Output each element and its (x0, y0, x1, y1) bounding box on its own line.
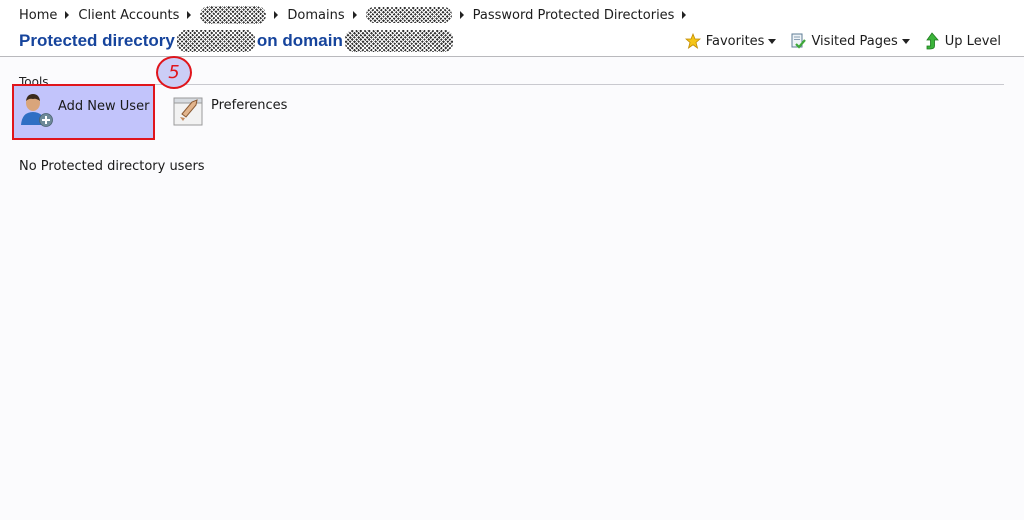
triangle-right-icon (352, 11, 357, 19)
breadcrumb-password-protected-directories[interactable]: Password Protected Directories (473, 8, 675, 23)
favorites-label: Favorites (705, 33, 765, 49)
star-icon (684, 33, 701, 49)
redacted-domain-title (344, 30, 453, 52)
add-new-user-label: Add New User (58, 99, 150, 114)
visited-pages-menu[interactable]: Visited Pages (790, 33, 910, 49)
add-new-user-button[interactable]: Add New User (12, 84, 155, 140)
triangle-right-icon (682, 11, 687, 19)
header-bar: Home Client Accounts Domains Password Pr… (0, 0, 1024, 57)
breadcrumb: Home Client Accounts Domains Password Pr… (19, 6, 695, 24)
redacted-domain-name[interactable] (365, 7, 452, 23)
breadcrumb-client-accounts[interactable]: Client Accounts (78, 8, 179, 23)
step-number-badge: 5 (156, 56, 192, 89)
triangle-right-icon (274, 11, 279, 19)
breadcrumb-domains[interactable]: Domains (287, 8, 344, 23)
top-actions: Favorites Visited Pages Up Level (671, 30, 1001, 52)
up-level-label: Up Level (944, 33, 1001, 49)
empty-users-message: No Protected directory users (19, 159, 205, 174)
breadcrumb-home[interactable]: Home (19, 8, 57, 23)
favorites-menu[interactable]: Favorites (684, 33, 777, 49)
page-title: Protected directory on domain (19, 30, 453, 52)
triangle-right-icon (187, 11, 192, 19)
up-arrow-icon (926, 32, 939, 50)
page-title-prefix: Protected directory (19, 31, 175, 50)
triangle-right-icon (65, 11, 70, 19)
redacted-directory-name (176, 30, 255, 52)
up-level-button[interactable]: Up Level (924, 32, 1001, 50)
triangle-right-icon (459, 11, 464, 19)
chevron-down-icon (901, 38, 910, 44)
visited-pages-label: Visited Pages (811, 33, 898, 49)
user-add-icon (21, 94, 53, 127)
preferences-button[interactable]: Preferences (172, 92, 287, 132)
preferences-label: Preferences (211, 98, 288, 113)
chevron-down-icon (768, 38, 777, 44)
page-title-middle: on domain (256, 31, 343, 50)
preferences-icon (173, 97, 203, 126)
visited-pages-icon (791, 33, 807, 49)
redacted-client-name[interactable] (200, 6, 267, 24)
